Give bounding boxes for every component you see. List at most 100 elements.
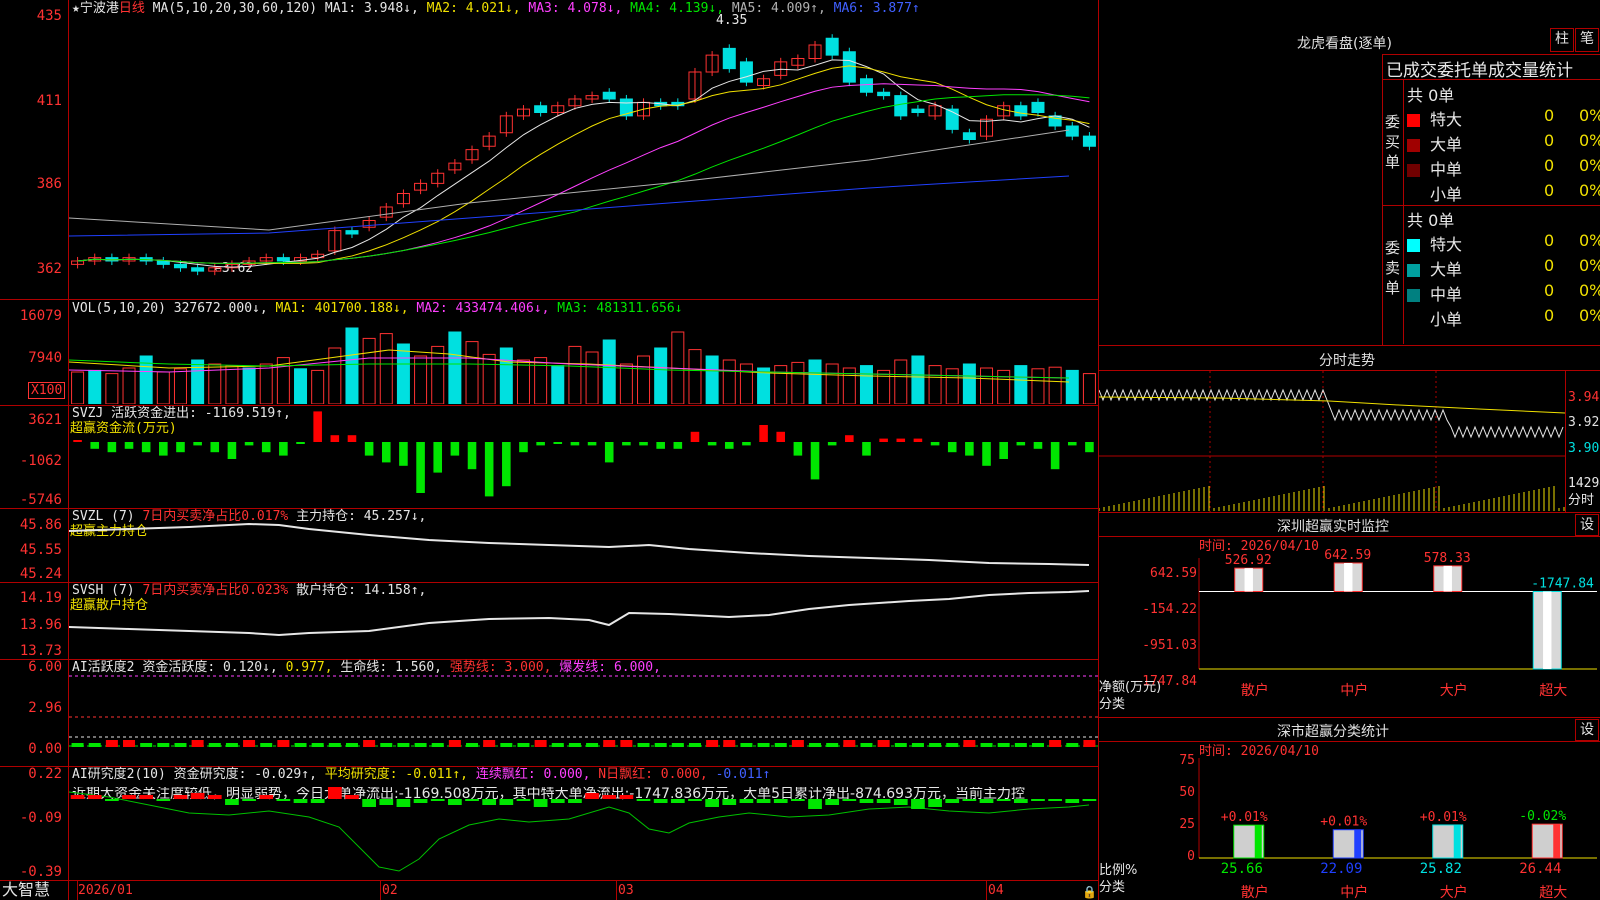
volume-bar — [396, 343, 410, 404]
ai-research-tick-high: 0.22 — [28, 766, 62, 782]
volume-bar — [825, 363, 839, 404]
ai-research-bar — [190, 793, 205, 799]
ai-research-bar — [379, 799, 394, 805]
category-change-label: +0.01% — [1320, 815, 1367, 830]
monitor-value-label: -1747.84 — [1531, 576, 1594, 591]
intraday-panel[interactable]: 分时走势 3.940 3.920 3.900 14294 分时 — [1099, 346, 1600, 512]
ai-active-bar — [363, 740, 376, 747]
order-tabs[interactable]: 已成交委托单成交量统计 — [1386, 56, 1573, 81]
svzj-bar — [90, 442, 100, 449]
ai-research-panel[interactable]: AI研究度2(10) 资金研究度: -0.029↑, 平均研究度: -0.011… — [0, 766, 1098, 880]
ai-research-bar — [962, 799, 977, 801]
monitor-bar-highlight — [1344, 563, 1353, 592]
tab-volume-stats[interactable]: 成交量统计 — [1488, 61, 1573, 81]
intraday-vol-max: 14294 — [1568, 476, 1600, 491]
svsh-panel[interactable]: SVSH (7) 7日内买卖净占比0.023% 散户持仓: 14.158↑, 超… — [0, 583, 1098, 659]
svzj-bar — [982, 442, 991, 466]
svzj-bar — [467, 442, 477, 470]
ai-active-bar — [517, 743, 530, 747]
volume-bar — [654, 347, 668, 404]
ai-active-bar — [157, 743, 170, 747]
stock-name[interactable]: ★宁波港 — [72, 1, 119, 16]
ai-research-bar — [516, 799, 531, 801]
category-value-label: 26.44 — [1519, 861, 1561, 877]
svzl-panel[interactable]: SVZL (7) 7日内买卖净占比0.017% 主力持仓: 45.257↓, 超… — [0, 509, 1098, 582]
ai-research-bar — [705, 799, 719, 807]
ai-active-bar — [586, 743, 599, 747]
candle-body — [1082, 135, 1096, 147]
ai-active-bar — [774, 743, 787, 747]
brand-label: 大智慧 — [2, 880, 51, 899]
order-row-sell-rows-1: 大单 0 0% — [1407, 256, 1600, 280]
monitor-value-label: 642.59 — [1324, 548, 1371, 563]
ai-active-bar — [140, 743, 153, 747]
ai-active-bar — [466, 743, 479, 747]
svzj-bar — [484, 442, 494, 497]
order-type-label: 大单 — [1430, 260, 1463, 279]
order-percent: 0% — [1579, 131, 1600, 150]
main-kline-panel[interactable]: ★宁波港日线 MA(5,10,20,30,60,120) MA1: 3.948↓… — [0, 0, 1098, 299]
ai-active-bar — [88, 743, 101, 747]
volume-bar — [311, 369, 325, 404]
volume-bar — [173, 368, 187, 404]
category-bar-chart: +0.01% 25.66 散户 +0.01% 22.09 中户 +0.01% 25.82 大户 -… — [1198, 758, 1597, 900]
order-percent: 0% — [1579, 181, 1600, 200]
lock-icon[interactable]: 🔒 — [1082, 885, 1097, 899]
order-count: 0 — [1544, 106, 1555, 125]
candlestick-chart[interactable] — [69, 18, 1098, 288]
svzj-bar — [759, 425, 768, 442]
ai-research-bar — [499, 799, 514, 805]
category-stats-panel[interactable]: 深市超赢分类统计 设 时间: 2026/04/10 75 50 25 0 比例%… — [1099, 718, 1600, 900]
intraday-vol-unit: 分时 — [1568, 493, 1595, 508]
ai-active-bar — [894, 743, 907, 747]
tab-filled[interactable]: 已成交 — [1386, 61, 1437, 81]
ai-active-bar — [225, 743, 238, 747]
ai-research-tick-mid: -0.09 — [19, 810, 62, 826]
ai-active-tick-low: 0.00 — [28, 741, 62, 757]
candle-body — [962, 132, 976, 140]
ai-research-bar — [70, 795, 85, 799]
ai-research-bar — [293, 799, 308, 803]
svzj-bar — [742, 442, 751, 446]
realtime-monitor-panel[interactable]: 深圳超赢实时监控 设 时间: 2026/04/10 642.59 -154.22… — [1099, 513, 1600, 717]
svzj-bar — [193, 442, 202, 446]
pen-mode-button[interactable]: 笔 — [1575, 28, 1599, 52]
svzj-tick-mid: -1062 — [19, 453, 62, 469]
bar-mode-button[interactable]: 柱 — [1550, 28, 1574, 52]
dragon-tiger-panel[interactable]: 龙虎看盘(逐单) 柱 笔 已成交委托单成交量统计 委买单 委卖单 共 0单 共 … — [1099, 0, 1600, 346]
svzj-bar — [313, 411, 322, 442]
ai-active-bar — [123, 740, 136, 747]
svzj-bar — [827, 442, 837, 446]
svzj-panel[interactable]: SVZJ 活跃资金进出: -1169.519↑, 超赢资金流(万元) 3621 … — [0, 406, 1098, 508]
svzj-bar — [296, 442, 305, 444]
volume-bar — [585, 351, 599, 404]
ai-research-bar — [87, 795, 102, 799]
candle-body — [534, 105, 548, 113]
ai-active-panel[interactable]: AI活跃度2 资金活跃度: 0.120↓, 0.977, 生命线: 1.560,… — [0, 659, 1098, 766]
ai-research-bar — [482, 799, 497, 805]
ai-research-bar — [156, 799, 171, 801]
ai-active-bar — [740, 743, 753, 747]
period-label[interactable]: 日线 — [119, 1, 145, 16]
volume-bar — [465, 341, 479, 404]
ai-research-bar — [448, 799, 462, 805]
volume-panel[interactable]: VOL(5,10,20) 327672.000↓, MA1: 401700.18… — [0, 300, 1098, 405]
volume-bar — [551, 365, 565, 404]
ai-research-bar — [362, 799, 376, 807]
tab-orders[interactable]: 委托单 — [1437, 61, 1488, 81]
vol-unit-badge[interactable]: X100 — [28, 382, 66, 399]
volume-bar — [602, 339, 616, 404]
ai-research-bar — [876, 799, 891, 803]
order-type-label: 中单 — [1430, 285, 1463, 304]
svzj-bar — [947, 442, 957, 453]
vol-tick-high: 16079 — [19, 308, 62, 324]
ai-research-bar — [722, 799, 737, 805]
category-name-label: 大户 — [1440, 884, 1468, 900]
order-percent: 0% — [1579, 306, 1600, 325]
ai-active-bar — [191, 740, 204, 747]
ai-research-bar — [670, 799, 685, 803]
volume-bar — [1082, 373, 1096, 404]
ai-active-bar — [911, 743, 924, 747]
svzj-bar — [330, 435, 340, 442]
buy-total: 共 0单 — [1407, 86, 1455, 105]
